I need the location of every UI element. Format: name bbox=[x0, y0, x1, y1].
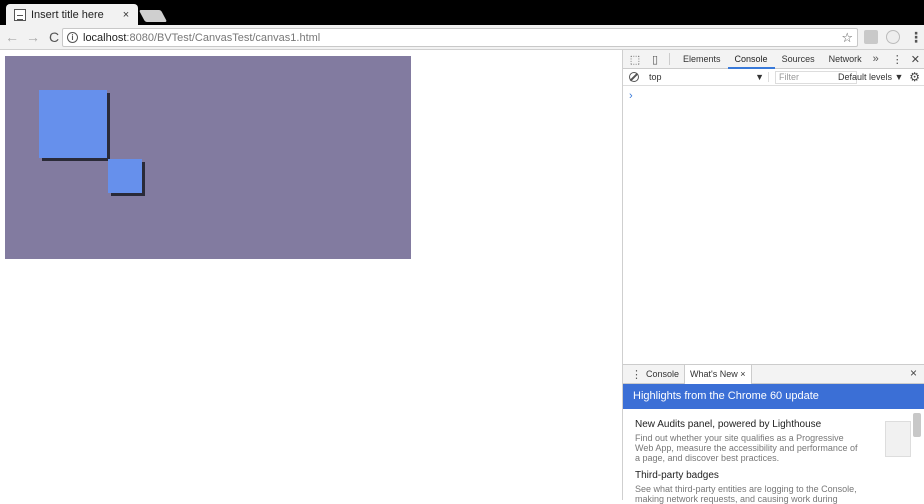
url-text: localhost:8080/BVTest/CanvasTest/canvas1… bbox=[83, 32, 320, 44]
page-favicon-icon bbox=[14, 8, 26, 21]
devtools-menu-icon[interactable]: ⋮ bbox=[892, 53, 903, 66]
bookmark-star-icon[interactable]: ☆ bbox=[841, 30, 853, 46]
drawer-tab-console[interactable]: Console bbox=[641, 365, 684, 384]
site-info-icon[interactable]: i bbox=[67, 32, 78, 43]
drawer-menu-icon[interactable]: ⋮ bbox=[631, 368, 642, 381]
canvas-element[interactable] bbox=[5, 56, 411, 259]
clear-console-icon[interactable] bbox=[629, 72, 639, 82]
small-square bbox=[108, 159, 142, 193]
tab-console[interactable]: Console bbox=[727, 50, 775, 69]
drawer-close-icon[interactable]: × bbox=[910, 366, 917, 380]
whats-new-item-title[interactable]: New Audits panel, powered by Lighthouse bbox=[635, 419, 913, 430]
devtools-panel: ⬚ ▯ Elements Console Sources Network » ⋮… bbox=[622, 50, 924, 504]
more-tabs-icon[interactable]: » bbox=[869, 53, 883, 65]
browser-menu-icon[interactable]: ⋮ bbox=[909, 29, 923, 46]
tab-sources[interactable]: Sources bbox=[775, 50, 822, 69]
chevron-down-icon: ▼ bbox=[755, 72, 764, 82]
whats-new-item-desc: See what third-party entities are loggin… bbox=[635, 484, 857, 504]
new-tab-button[interactable] bbox=[138, 10, 168, 22]
whats-new-banner: Highlights from the Chrome 60 update bbox=[623, 384, 924, 409]
whats-new-item-title[interactable]: Third-party badges bbox=[635, 470, 913, 481]
tab-elements[interactable]: Elements bbox=[676, 50, 728, 69]
tab-close-button[interactable]: × bbox=[120, 9, 132, 21]
tab-title: Insert title here bbox=[31, 8, 104, 21]
divider bbox=[669, 53, 670, 65]
feature-thumbnail bbox=[885, 421, 911, 457]
drawer-tab-whats-new[interactable]: What's New × bbox=[684, 364, 752, 384]
drawer-tab-whats-new-label: What's New bbox=[690, 368, 738, 379]
tab-strip: Insert title here × bbox=[0, 0, 924, 25]
whats-new-content: New Audits panel, powered by Lighthouse … bbox=[623, 409, 924, 504]
browser-tab[interactable]: Insert title here × bbox=[6, 4, 138, 25]
url-path: :8080/BVTest/CanvasTest/canvas1.html bbox=[126, 31, 321, 44]
console-settings-icon[interactable]: ⚙ bbox=[909, 70, 920, 84]
browser-toolbar: ← → C i localhost:8080/BVTest/CanvasTest… bbox=[0, 25, 924, 50]
console-prompt[interactable]: › bbox=[629, 90, 633, 102]
devtools-close-icon[interactable]: ✕ bbox=[911, 53, 920, 66]
context-value: top bbox=[649, 72, 662, 82]
back-button[interactable]: ← bbox=[3, 28, 21, 46]
inspect-element-icon[interactable]: ⬚ bbox=[627, 52, 643, 66]
page-viewport bbox=[0, 50, 622, 500]
devtools-drawer: ⋮ Console What's New × × Highlights from… bbox=[623, 364, 924, 504]
devtools-controls: ⋮ ✕ bbox=[892, 50, 920, 69]
extension-circle-icon[interactable] bbox=[886, 30, 900, 44]
address-bar[interactable]: i localhost:8080/BVTest/CanvasTest/canva… bbox=[62, 28, 858, 47]
scrollbar-thumb[interactable] bbox=[913, 413, 921, 437]
log-levels-dropdown[interactable]: Default levels ▼ bbox=[838, 72, 903, 82]
drawer-tab-bar: ⋮ Console What's New × × bbox=[623, 364, 924, 384]
close-tab-icon[interactable]: × bbox=[740, 369, 745, 379]
device-toolbar-icon[interactable]: ▯ bbox=[647, 52, 663, 66]
extension-pdf-icon[interactable] bbox=[864, 30, 878, 44]
console-filter-bar: top ▼ Filter Default levels ▼ ⚙ bbox=[623, 69, 924, 86]
url-host: localhost bbox=[83, 31, 127, 44]
forward-button[interactable]: → bbox=[24, 28, 42, 46]
reload-button[interactable]: C bbox=[45, 28, 63, 46]
whats-new-item-desc: Find out whether your site qualifies as … bbox=[635, 433, 858, 463]
devtools-tab-bar: ⬚ ▯ Elements Console Sources Network » ⋮… bbox=[623, 50, 924, 69]
context-selector[interactable]: top ▼ bbox=[649, 72, 769, 82]
tab-network[interactable]: Network bbox=[822, 50, 869, 69]
large-square bbox=[39, 90, 107, 158]
